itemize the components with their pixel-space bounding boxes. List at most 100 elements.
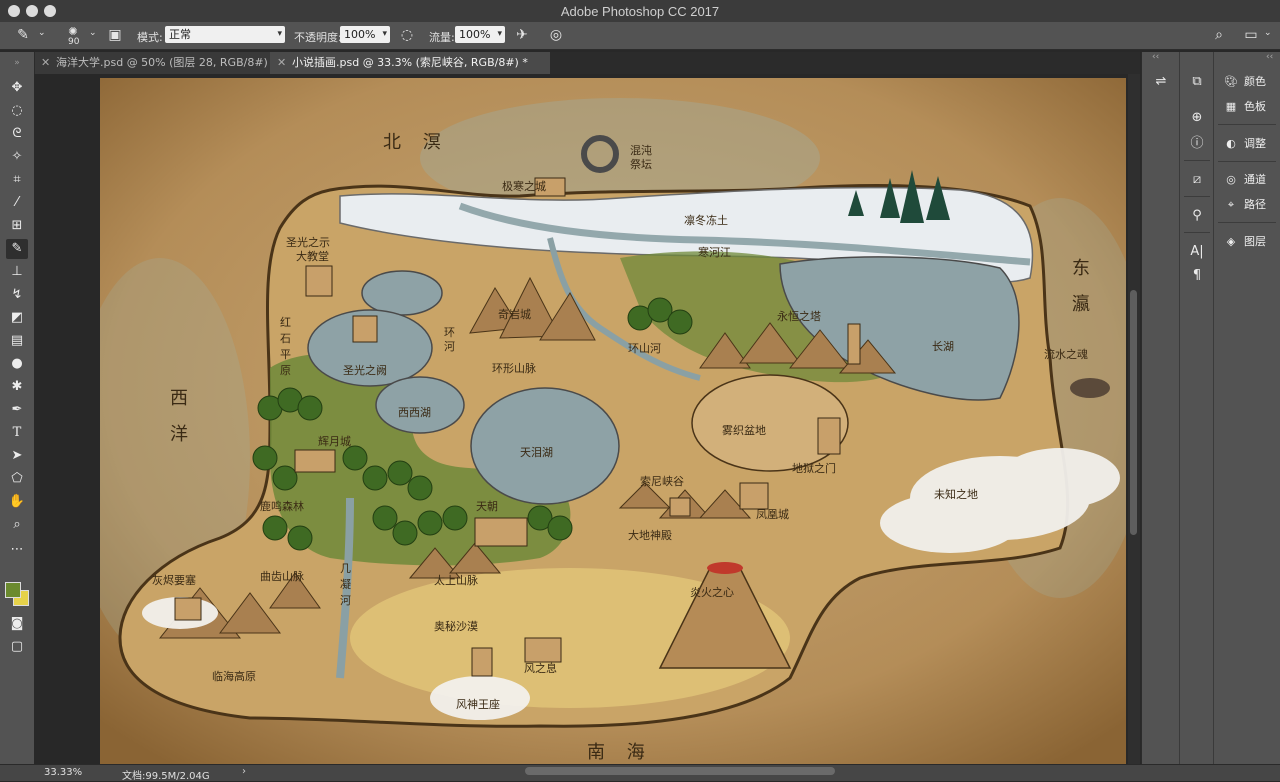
dock-collapse-icon[interactable]: ‹‹ — [1152, 52, 1159, 62]
channels-panel-tab[interactable]: ◎ 通道 — [1222, 170, 1266, 190]
map-label-sea-plateau: 临海高原 — [212, 670, 256, 683]
map-label-holy-light: 圣光之阙 — [343, 364, 387, 377]
map-label-west-lake: 西西湖 — [398, 406, 431, 419]
swatches-panel-tab[interactable]: ▦ 色板 — [1222, 97, 1266, 117]
chevron-down-icon: ▾ — [277, 29, 282, 39]
horizontal-scroll-thumb[interactable] — [525, 767, 835, 775]
map-label-crystal-fort: 灰烬要塞 — [152, 574, 196, 587]
map-label-unknown-land: 未知之地 — [934, 488, 978, 501]
tools-panel: » ✥ ◌ ᘓ ✧ ⌗ ⁄ ⊞ ✎ ⊥ ↯ ◩ ▤ ● ✱ ✒ T ➤ ⬠ ✋ … — [0, 52, 35, 764]
opacity-label: 不透明度: — [294, 31, 342, 44]
tab-label: 海洋大学.psd @ 50% (图层 28, RGB/8#) — [56, 56, 268, 69]
libraries-panel-icon[interactable]: ⊕ — [1187, 108, 1207, 128]
workspace-switcher-icon[interactable]: ▭ — [1242, 26, 1260, 44]
divider — [1218, 222, 1276, 223]
map-label-deer-forest: 鹿鸣森林 — [260, 500, 304, 513]
blur-tool-icon[interactable]: ● — [6, 354, 28, 374]
map-label-west-sea-2: 洋 — [170, 424, 196, 445]
quick-mask-icon[interactable]: ◙ — [6, 614, 28, 634]
pressure-opacity-icon[interactable]: ◌ — [398, 26, 416, 44]
brush-tool-preset-icon[interactable]: ✎ — [14, 26, 32, 44]
search-icon[interactable]: ⌕ — [1210, 26, 1228, 44]
info-panel-icon[interactable]: ⓘ — [1187, 134, 1207, 154]
properties-panel-icon[interactable]: ⇌ — [1151, 72, 1171, 92]
map-label-sony-canyon: 索尼峡谷 — [640, 475, 684, 488]
title-bar: Adobe Photoshop CC 2017 — [0, 0, 1280, 23]
map-label-ji-river-3: 河 — [340, 594, 351, 607]
screen-mode-icon[interactable]: ▢ — [6, 637, 28, 657]
flow-input[interactable]: 100% ▾ — [455, 26, 505, 43]
canvas-area[interactable]: 北 溟 东 瀛 西 洋 南 海 混沌 祭坛 极寒之城 凛冬冻土 寒河江 圣光之示… — [34, 74, 1132, 764]
brush-presets-panel-icon[interactable]: ⚲ — [1187, 206, 1207, 226]
app-title: Adobe Photoshop CC 2017 — [560, 4, 720, 19]
move-tool-icon[interactable]: ✥ — [6, 78, 28, 98]
brush-tool-icon[interactable]: ✎ — [6, 239, 28, 259]
zoom-tool-icon[interactable]: ⌕ — [6, 515, 28, 535]
volcano-lava — [707, 562, 743, 574]
stamp-tool-icon[interactable]: ⊥ — [6, 262, 28, 282]
divider — [1184, 160, 1210, 161]
paragraph-panel-icon[interactable]: ¶ — [1187, 266, 1207, 286]
gradient-tool-icon[interactable]: ▤ — [6, 331, 28, 351]
dodge-tool-icon[interactable]: ✱ — [6, 377, 28, 397]
character-panel-icon[interactable]: A| — [1187, 242, 1207, 262]
opacity-value: 100% — [344, 28, 376, 41]
layers-panel-tab[interactable]: ◈ 图层 — [1222, 232, 1266, 252]
foreground-color-swatch-front[interactable] — [5, 582, 21, 598]
adjustments-icon: ◐ — [1226, 137, 1236, 150]
hand-tool-icon[interactable]: ✋ — [6, 492, 28, 512]
brush-size-value: 90 — [68, 37, 80, 47]
more-tools-icon[interactable]: ⋯ — [6, 540, 28, 560]
shape-tool-icon[interactable]: ⬠ — [6, 469, 28, 489]
adjustments-swap-icon[interactable]: ⧄ — [1187, 170, 1207, 190]
map-label-hell-gate: 地狱之门 — [792, 462, 836, 475]
adjustments-panel-tab[interactable]: ◐ 调整 — [1222, 134, 1266, 154]
healing-tool-icon[interactable]: ⊞ — [6, 216, 28, 236]
vertical-scroll-thumb[interactable] — [1130, 290, 1137, 535]
color-panel-label: 颜色 — [1244, 75, 1266, 88]
map-illustration[interactable]: 北 溟 东 瀛 西 洋 南 海 混沌 祭坛 极寒之城 凛冬冻土 寒河江 圣光之示… — [100, 78, 1126, 764]
marquee-tool-icon[interactable]: ◌ — [6, 101, 28, 121]
history-brush-tool-icon[interactable]: ↯ — [6, 285, 28, 305]
status-menu-arrow-icon[interactable]: › — [242, 766, 246, 777]
map-label-secret-desert: 奥秘沙漠 — [434, 620, 478, 633]
map-label-frost-land: 凛冬冻土 — [684, 214, 728, 227]
chevron-down-icon: ▾ — [497, 29, 502, 39]
airbrush-icon[interactable]: ✈ — [513, 26, 531, 44]
tab-ocean-university[interactable]: ✕ 海洋大学.psd @ 50% (图层 28, RGB/8#) — [34, 52, 270, 74]
pen-tool-icon[interactable]: ✒ — [6, 400, 28, 420]
brush-panel-toggle-icon[interactable]: ▣ — [106, 26, 124, 44]
close-tab-icon[interactable]: ✕ — [41, 52, 50, 74]
brush-picker-caret-icon[interactable]: ⌄ — [89, 28, 97, 38]
preset-caret-icon[interactable]: ⌄ — [38, 28, 46, 38]
paths-icon: ⌖ — [1227, 198, 1235, 211]
quick-select-tool-icon[interactable]: ✧ — [6, 147, 28, 167]
pressure-size-icon[interactable]: ◎ — [547, 26, 565, 44]
zoom-level[interactable]: 33.33% — [44, 767, 82, 778]
channels-panel-label: 通道 — [1244, 173, 1266, 186]
eraser-tool-icon[interactable]: ◩ — [6, 308, 28, 328]
type-tool-icon[interactable]: T — [6, 423, 28, 443]
dock-collapse-icon[interactable]: ‹‹ — [1266, 52, 1273, 62]
map-label-chaos-altar-2: 祭坛 — [630, 158, 652, 171]
mode-select[interactable]: 正常 ▾ — [165, 26, 285, 43]
eyedropper-tool-icon[interactable]: ⁄ — [6, 193, 28, 213]
close-tab-icon[interactable]: ✕ — [277, 52, 286, 74]
map-label-ring-river-2: 河 — [444, 340, 455, 353]
paths-panel-tab[interactable]: ⌖ 路径 — [1222, 195, 1266, 215]
color-palette-icon: 🎨︎ — [1224, 75, 1238, 88]
color-panel-tab[interactable]: 🎨︎ 颜色 — [1222, 72, 1266, 92]
workspace-caret-icon[interactable]: ⌄ — [1264, 28, 1272, 38]
map-label-long-lake: 长湖 — [932, 340, 954, 353]
map-label-earth-temple: 大地神殿 — [628, 529, 672, 542]
opacity-input[interactable]: 100% ▾ — [340, 26, 390, 43]
crop-tool-icon[interactable]: ⌗ — [6, 170, 28, 190]
divider — [1184, 232, 1210, 233]
mode-label: 模式: — [137, 31, 163, 44]
path-select-tool-icon[interactable]: ➤ — [6, 446, 28, 466]
history-panel-icon[interactable]: ⧉ — [1187, 72, 1207, 92]
chevron-down-icon: ▾ — [382, 29, 387, 39]
panel-collapse-icon[interactable]: » — [6, 58, 28, 68]
lasso-tool-icon[interactable]: ᘓ — [6, 124, 28, 144]
tab-novel-illustration[interactable]: ✕ 小说插画.psd @ 33.3% (索尼峡谷, RGB/8#) * — [270, 52, 550, 74]
